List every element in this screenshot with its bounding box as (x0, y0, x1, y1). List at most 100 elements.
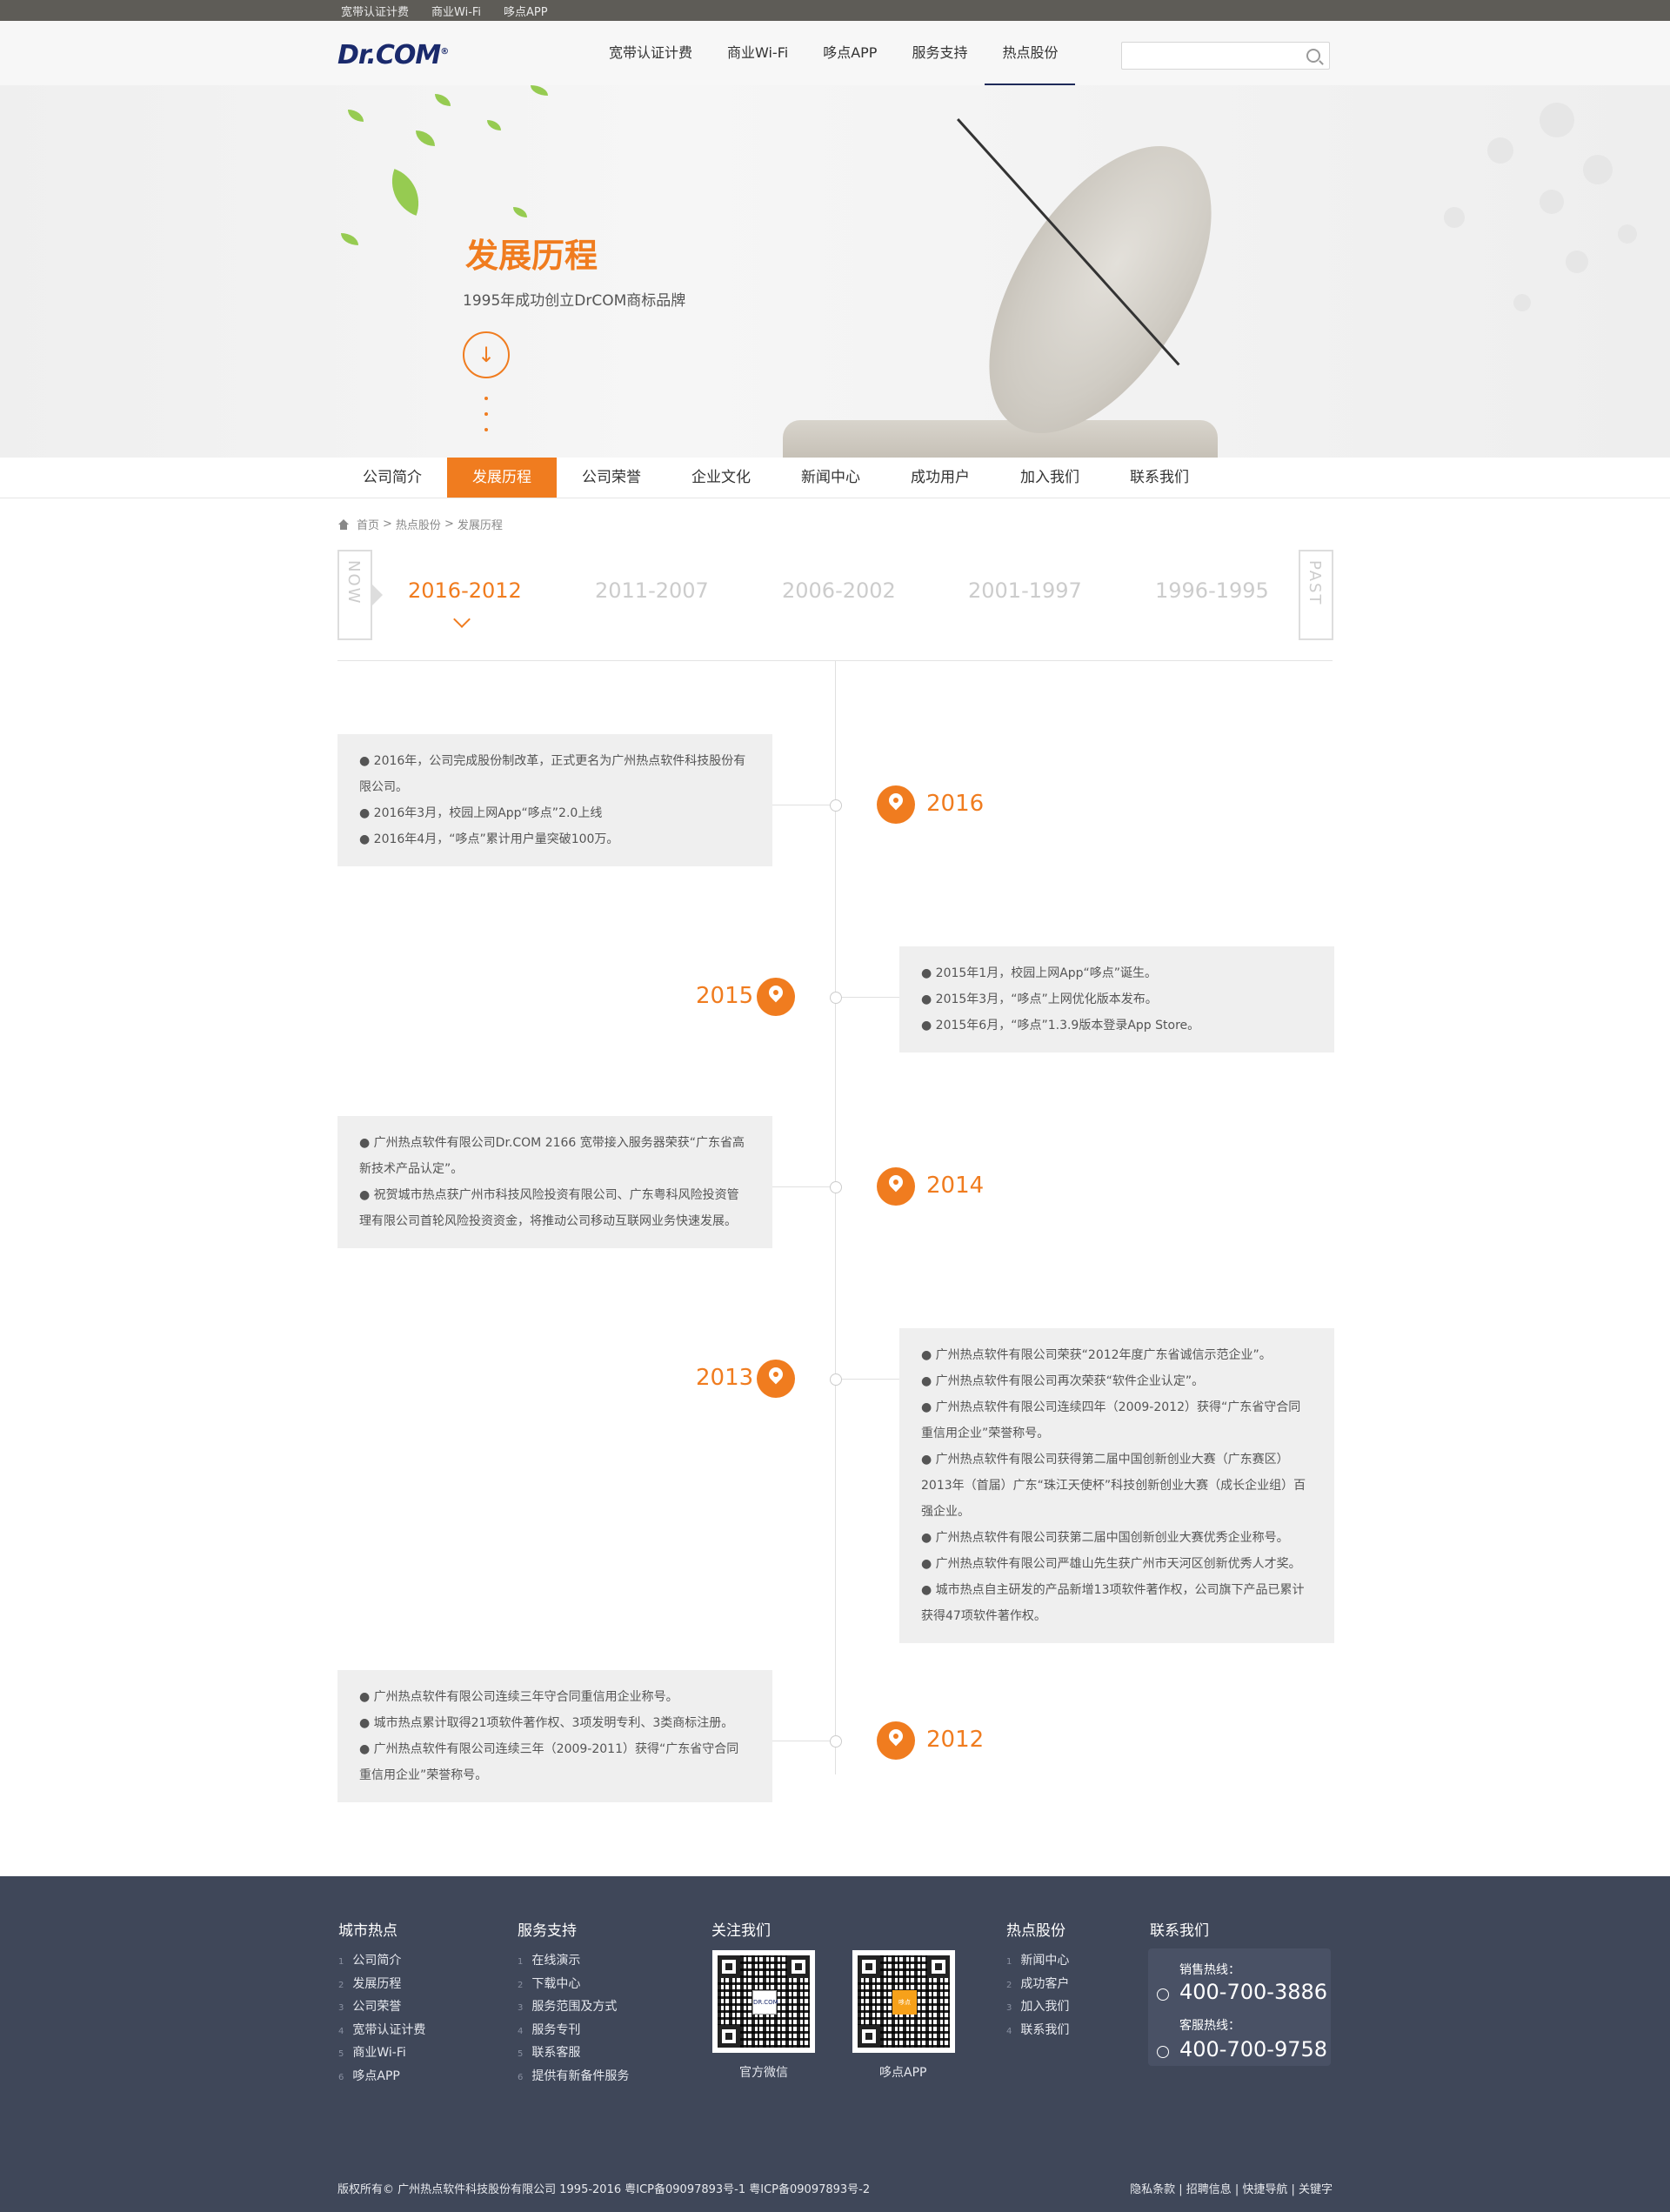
footer-link[interactable]: 2 下载中心 (518, 1974, 629, 1997)
timeline-item: ● 2015年1月，校园上网App“哆点”诞生。 (921, 966, 1158, 980)
tab-users[interactable]: 成功用户 (885, 458, 995, 498)
timeline-node (830, 1181, 842, 1193)
location-pin-icon (877, 1167, 915, 1206)
timeline-item: ● 广州热点软件有限公司获得第二届中国创新创业大赛（广东赛区）2013年（首届）… (921, 1453, 1306, 1519)
footer-link[interactable]: 4 联系我们 (1006, 2020, 1069, 2043)
timeline-node (830, 799, 842, 812)
timeline-item: ● 城市热点累计取得21项软件著作权、3项发明专利、3类商标注册。 (359, 1716, 734, 1730)
scroll-dots (484, 397, 488, 444)
qr-code-app: 哆点 (852, 1950, 955, 2053)
nav-item-wifi[interactable]: 商业Wi-Fi (710, 21, 805, 85)
service-hotline-label: 客服热线： (1179, 2019, 1240, 2033)
location-pin-icon (757, 1360, 795, 1398)
footer-link[interactable]: 6 提供有新备件服务 (518, 2066, 629, 2089)
past-label: PAST (1306, 560, 1324, 606)
phone-icon (1157, 1988, 1169, 2001)
footer-link[interactable]: 5 商业Wi-Fi (338, 2042, 425, 2066)
timeline-node (830, 992, 842, 1004)
footer-link[interactable]: 3 服务范围及方式 (518, 1996, 629, 2020)
footer-bottom-links[interactable]: 隐私条款 | 招聘信息 | 快捷导航 | 关键字 (1130, 2180, 1333, 2196)
nav-item-company[interactable]: 热点股份 (985, 21, 1076, 85)
footer: 城市热点 1 公司简介 2 发展历程 3 公司荣誉 4 宽带认证计费 5 商业Wi-Fi … (0, 1876, 1670, 2212)
timeline-item: ● 城市热点自主研发的产品新增13项软件著作权，公司旗下产品已累计获得47项软件… (921, 1583, 1305, 1623)
search-icon[interactable] (1306, 49, 1320, 63)
timeline-item: ● 2015年3月，“哆点”上网优化版本发布。 (921, 992, 1158, 1006)
banner-title: 发展历程 (465, 237, 598, 275)
breadcrumb-home[interactable]: 首页 (357, 516, 379, 532)
now-marker[interactable]: NOW (337, 550, 383, 640)
banner: 发展历程 1995年成功创立DrCOM商标品牌 ↓ (0, 85, 1670, 458)
year-label-2016: 2016 (926, 791, 985, 817)
tab-culture[interactable]: 企业文化 (666, 458, 776, 498)
footer-link[interactable]: 2 成功客户 (1006, 1974, 1069, 1997)
leaf-decoration (435, 94, 451, 106)
year-tab-1996-1995[interactable]: 1996-1995 (1155, 578, 1269, 603)
connector (840, 997, 899, 998)
year-tab-2001-1997[interactable]: 2001-1997 (968, 578, 1082, 603)
now-label: NOW (344, 560, 363, 605)
footer-link[interactable]: 3 加入我们 (1006, 1996, 1069, 2020)
tab-news[interactable]: 新闻中心 (776, 458, 885, 498)
phone-icon (1157, 2046, 1169, 2058)
timeline-line (835, 661, 836, 1774)
nav-item-app[interactable]: 哆点APP (805, 21, 894, 85)
year-label-2015: 2015 (696, 983, 754, 1009)
breadcrumb-current: 发展历程 (457, 519, 503, 532)
leaf-decoration (487, 120, 501, 130)
tab-join[interactable]: 加入我们 (995, 458, 1105, 498)
nav-item-support[interactable]: 服务支持 (894, 21, 985, 85)
timeline-item: ● 广州热点软件有限公司连续三年（2009-2011）获得“广东省守合同重信用企… (359, 1742, 739, 1782)
timeline-item: ● 广州热点软件有限公司再次荣获“软件企业认定”。 (921, 1374, 1205, 1388)
timeline-node (830, 1373, 842, 1386)
past-marker[interactable]: PAST (1299, 550, 1333, 640)
footer-heading: 热点股份 (1006, 1922, 1065, 1940)
search-input[interactable] (1129, 44, 1298, 69)
home-icon (337, 518, 350, 530)
topbar-link-wifi[interactable]: 商业Wi-Fi (428, 3, 484, 19)
year-tab-2011-2007[interactable]: 2011-2007 (595, 578, 709, 603)
footer-link[interactable]: 1 在线演示 (518, 1950, 629, 1974)
tab-honors[interactable]: 公司荣誉 (557, 458, 666, 498)
year-tab-2016-2012[interactable]: 2016-2012 (408, 578, 522, 603)
timeline-card-2012: ● 广州热点软件有限公司连续三年守合同重信用企业称号。 ● 城市热点累计取得21… (337, 1670, 772, 1802)
leaf-decoration (382, 169, 429, 216)
location-pin-icon (757, 978, 795, 1016)
footer-link[interactable]: 1 新闻中心 (1006, 1950, 1069, 1974)
tab-history[interactable]: 发展历程 (447, 458, 557, 498)
timeline-node (830, 1735, 842, 1748)
header: Dr.COM® 宽带认证计费 商业Wi-Fi 哆点APP 服务支持 热点股份 (0, 21, 1670, 86)
footer-link[interactable]: 4 宽带认证计费 (338, 2020, 425, 2043)
timeline-card-2013: ● 广州热点软件有限公司荣获“2012年度广东省诚信示范企业”。 ● 广州热点软… (899, 1328, 1334, 1643)
footer-link[interactable]: 6 哆点APP (338, 2066, 425, 2089)
footer-link[interactable]: 2 发展历程 (338, 1974, 425, 1997)
service-hotline-number[interactable]: 400-700-9758 (1179, 2037, 1327, 2062)
year-tab-2006-2002[interactable]: 2006-2002 (782, 578, 896, 603)
footer-link[interactable]: 1 公司简介 (338, 1950, 425, 1974)
topbar-link-app[interactable]: 哆点APP (500, 3, 551, 19)
qr-label-app: 哆点APP (879, 2066, 927, 2080)
sundial-base-image (783, 420, 1218, 458)
arrow-down-icon[interactable]: ↓ (463, 331, 510, 378)
leaf-decoration (341, 233, 358, 245)
banner-subtitle: 1995年成功创立DrCOM商标品牌 (463, 292, 686, 310)
copyright: 版权所有© 广州热点软件科技股份有限公司 1995-2016 粤ICP备0909… (337, 2183, 871, 2196)
main-nav: 宽带认证计费 商业Wi-Fi 哆点APP 服务支持 热点股份 (591, 21, 1076, 85)
top-bar: 宽带认证计费 商业Wi-Fi 哆点APP (0, 0, 1670, 21)
nav-item-broadband[interactable]: 宽带认证计费 (591, 21, 710, 85)
footer-link[interactable]: 3 公司荣誉 (338, 1996, 425, 2020)
tab-profile[interactable]: 公司简介 (337, 458, 447, 498)
logo[interactable]: Dr.COM® (337, 40, 449, 70)
sales-hotline-number[interactable]: 400-700-3886 (1179, 1980, 1327, 2004)
leaf-decoration (531, 85, 548, 96)
topbar-link-broadband[interactable]: 宽带认证计费 (337, 3, 412, 19)
footer-col-company: 城市热点 1 公司简介 2 发展历程 3 公司荣誉 4 宽带认证计费 5 商业Wi-Fi … (338, 1918, 425, 2088)
qr-center-logo: DR.COM (752, 1990, 778, 2015)
footer-link[interactable]: 4 服务专刊 (518, 2020, 629, 2043)
tab-contact[interactable]: 联系我们 (1105, 458, 1214, 498)
footer-link[interactable]: 5 联系客服 (518, 2042, 629, 2066)
timeline-item: ● 广州热点软件有限公司严雄山先生获广州市天河区创新优秀人才奖。 (921, 1557, 1301, 1571)
timeline-card-2014: ● 广州热点软件有限公司Dr.COM 2166 宽带接入服务器荣获“广东省高新技… (337, 1116, 772, 1248)
breadcrumb-parent[interactable]: 热点股份 (396, 516, 441, 532)
sub-nav: 公司简介 发展历程 公司荣誉 企业文化 新闻中心 成功用户 加入我们 联系我们 (0, 458, 1670, 498)
year-label-2013: 2013 (696, 1365, 754, 1391)
